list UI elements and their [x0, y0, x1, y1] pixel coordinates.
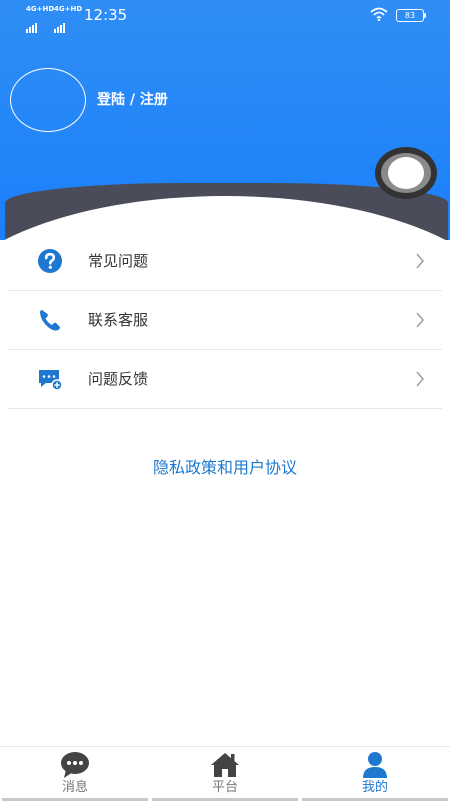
- feedback-chat-icon: [39, 370, 63, 391]
- menu-item-label: 问题反馈: [88, 370, 149, 388]
- network-type-2: 4G+HD: [54, 5, 83, 13]
- menu-item-faq[interactable]: 常见问题: [8, 232, 442, 291]
- tab-mine[interactable]: 我的: [300, 747, 450, 801]
- decor-knob-icon: [375, 147, 437, 199]
- tab-platform[interactable]: 平台: [150, 747, 300, 801]
- battery-icon: 83: [396, 9, 426, 22]
- signal-1-icon: 4G+HD: [26, 6, 54, 33]
- battery-level: 83: [404, 11, 416, 20]
- bottom-tabbar: 消息 平台 我的: [0, 746, 450, 801]
- profile-header: 4G+HD 4G+HD 12:35 83 登陆 / 注册: [0, 0, 450, 240]
- login-register-link[interactable]: 登陆 / 注册: [97, 92, 168, 108]
- question-circle-icon: [38, 249, 62, 273]
- privacy-policy-link[interactable]: 隐私政策和用户协议: [0, 458, 450, 478]
- avatar[interactable]: [10, 68, 86, 132]
- tab-messages[interactable]: 消息: [0, 747, 150, 801]
- user-icon: [363, 752, 387, 778]
- help-menu: 常见问题 联系客服 问题反馈: [8, 232, 442, 409]
- menu-item-label: 常见问题: [88, 252, 149, 270]
- phone-icon: [40, 310, 60, 331]
- wifi-icon: [370, 7, 388, 21]
- chevron-right-icon: [416, 371, 424, 387]
- tab-label: 我的: [361, 780, 388, 795]
- status-bar: 4G+HD 4G+HD 12:35 83: [0, 0, 450, 33]
- chevron-right-icon: [416, 312, 424, 328]
- signal-2-icon: 4G+HD: [54, 6, 82, 33]
- tab-label: 消息: [61, 780, 88, 795]
- menu-item-customer-service[interactable]: 联系客服: [8, 291, 442, 350]
- home-icon: [211, 753, 239, 777]
- menu-item-feedback[interactable]: 问题反馈: [8, 350, 442, 409]
- chat-bubble-icon: [61, 752, 89, 778]
- chevron-right-icon: [416, 253, 424, 269]
- status-time: 12:35: [84, 6, 128, 24]
- tab-label: 平台: [211, 780, 238, 795]
- menu-item-label: 联系客服: [88, 311, 149, 329]
- network-type-1: 4G+HD: [26, 5, 55, 13]
